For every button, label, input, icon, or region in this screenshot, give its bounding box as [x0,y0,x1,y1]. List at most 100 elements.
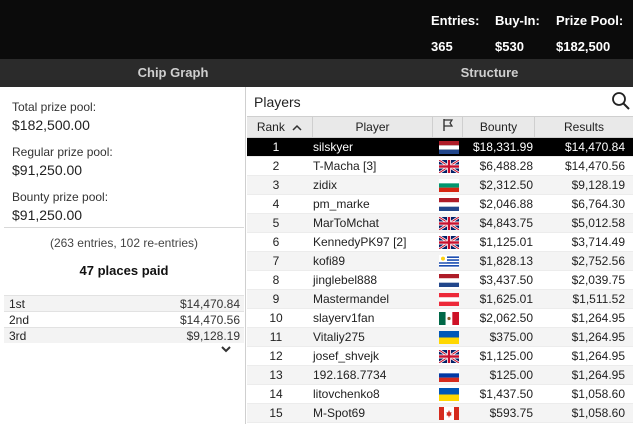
player-bounty: $593.75 [489,406,533,420]
player-result: $9,128.19 [571,178,625,192]
player-row[interactable]: 1 silskyer $18,331.99 $14,470.84 [247,138,633,157]
player-bounty: $125.00 [489,368,533,382]
search-icon[interactable] [611,91,631,111]
bounty-prize-pool-label: Bounty prize pool: [12,190,109,204]
player-result: $1,058.60 [571,387,625,401]
player-bounty: $1,125.01 [479,235,533,249]
ukraine-flag-icon [439,388,459,401]
buyin-value: $530 [495,39,524,54]
flag-column-header[interactable] [433,117,463,137]
player-column-header[interactable]: Player [313,117,433,137]
player-name: MarToMchat [313,216,380,230]
payout-amount: $14,470.84 [179,297,240,311]
player-rank: 15 [269,406,283,420]
player-rank: 13 [269,368,283,382]
regular-prize-pool-value: $91,250.00 [12,162,83,178]
player-row[interactable]: 9 Mastermandel $1,625.01 $1,511.52 [247,290,633,309]
player-name: zidix [313,178,338,192]
results-column-header[interactable]: Results [535,117,633,137]
player-result: $1,264.95 [571,368,625,382]
player-name: jinglebel888 [313,273,378,287]
payout-amount: $14,470.56 [179,313,240,327]
player-result: $14,470.84 [564,140,625,154]
bounty-column-header[interactable]: Bounty [463,117,535,137]
netherlands-flag-icon [439,274,459,287]
player-row[interactable]: 11 Vitaliy275 $375.00 $1,264.95 [247,328,633,347]
player-row[interactable]: 3 zidix $2,312.50 $9,128.19 [247,176,633,195]
player-name: KennedyPK97 [2] [313,235,407,249]
canada-flag-icon [439,407,459,420]
player-rank: 12 [269,349,283,363]
player-row[interactable]: 15 M-Spot69 $593.75 $1,058.60 [247,404,633,423]
player-result: $2,752.56 [571,254,625,268]
player-row[interactable]: 10 slayerv1fan $2,062.50 $1,264.95 [247,309,633,328]
player-bounty: $2,312.50 [479,178,533,192]
sort-up-icon [292,118,302,138]
bounty-prize-pool-value: $91,250.00 [12,207,83,223]
player-name: pm_marke [313,197,370,211]
player-name: Mastermandel [313,292,390,306]
player-row[interactable]: 12 josef_shvejk $1,125.00 $1,264.95 [247,347,633,366]
tab-bar: Chip Graph Structure [0,59,633,87]
places-paid: 47 places paid [79,263,169,278]
payout-place: 3rd [9,329,27,343]
player-rank: 3 [272,178,280,192]
flag-icon [442,118,454,138]
player-result: $5,012.58 [571,216,625,230]
tab-structure[interactable]: Structure [346,59,633,87]
player-name: litovchenko8 [313,387,380,401]
player-result: $1,264.95 [571,311,625,325]
rank-column-header[interactable]: Rank [247,117,313,137]
player-row[interactable]: 2 T-Macha [3] $6,488.28 $14,470.56 [247,157,633,176]
total-prize-pool-label: Total prize pool: [12,100,97,114]
regular-prize-pool-label: Regular prize pool: [12,145,113,159]
uk-flag-icon [439,217,459,230]
players-table-body: 1 silskyer $18,331.99 $14,470.84 2 T-Macha [3… [247,138,633,423]
bulgaria-flag-icon [439,179,459,192]
player-bounty: $2,062.50 [479,311,533,325]
player-row[interactable]: 5 MarToMchat $4,843.75 $5,012.58 [247,214,633,233]
chevron-down-icon[interactable] [218,342,234,354]
payout-table: 1st $14,470.84 2nd $14,470.56 3rd $9,128… [4,295,244,343]
tab-chip-graph[interactable]: Chip Graph [0,59,346,87]
player-name: M-Spot69 [313,406,366,420]
player-rank: 10 [269,311,283,325]
entries-label: Entries: [431,13,480,28]
player-bounty: $6,488.28 [479,159,533,173]
player-row[interactable]: 7 kofi89 $1,828.13 $2,752.56 [247,252,633,271]
payout-row: 1st $14,470.84 [4,295,244,311]
uk-flag-icon [439,160,459,173]
player-bounty: $1,828.13 [479,254,533,268]
player-rank: 6 [272,235,280,249]
player-name: kofi89 [313,254,346,268]
netherlands-flag-icon [439,198,459,211]
payout-row: 3rd $9,128.19 [4,327,244,343]
player-result: $14,470.56 [564,159,625,173]
player-bounty: $2,046.88 [479,197,533,211]
player-row[interactable]: 8 jinglebel888 $3,437.50 $2,039.75 [247,271,633,290]
player-rank: 1 [272,140,280,154]
player-row[interactable]: 4 pm_marke $2,046.88 $6,764.30 [247,195,633,214]
entries-summary: (263 entries, 102 re-entries) 47 places … [4,227,244,289]
player-result: $3,714.49 [571,235,625,249]
player-rank: 5 [272,216,280,230]
player-bounty: $3,437.50 [479,273,533,287]
player-name: slayerv1fan [313,311,375,325]
players-title: Players [254,94,301,110]
russia-flag-icon [439,369,459,382]
uk-flag-icon [439,236,459,249]
mexico-flag-icon [439,312,459,325]
player-rank: 7 [272,254,280,268]
buyin-label: Buy-In: [495,13,540,28]
rank-header-label: Rank [256,120,285,134]
player-row[interactable]: 13 192.168.7734 $125.00 $1,264.95 [247,366,633,385]
tournament-header: Entries: 365 Buy-In: $530 Prize Pool: $1… [0,0,633,59]
player-name: T-Macha [3] [313,159,377,173]
player-row[interactable]: 14 litovchenko8 $1,437.50 $1,058.60 [247,385,633,404]
prize-pool-stat: Prize Pool: $182,500 [556,12,623,56]
player-result: $1,264.95 [571,330,625,344]
player-bounty: $1,625.01 [479,292,533,306]
player-rank: 2 [272,159,280,173]
player-row[interactable]: 6 KennedyPK97 [2] $1,125.01 $3,714.49 [247,233,633,252]
player-rank: 8 [272,273,280,287]
